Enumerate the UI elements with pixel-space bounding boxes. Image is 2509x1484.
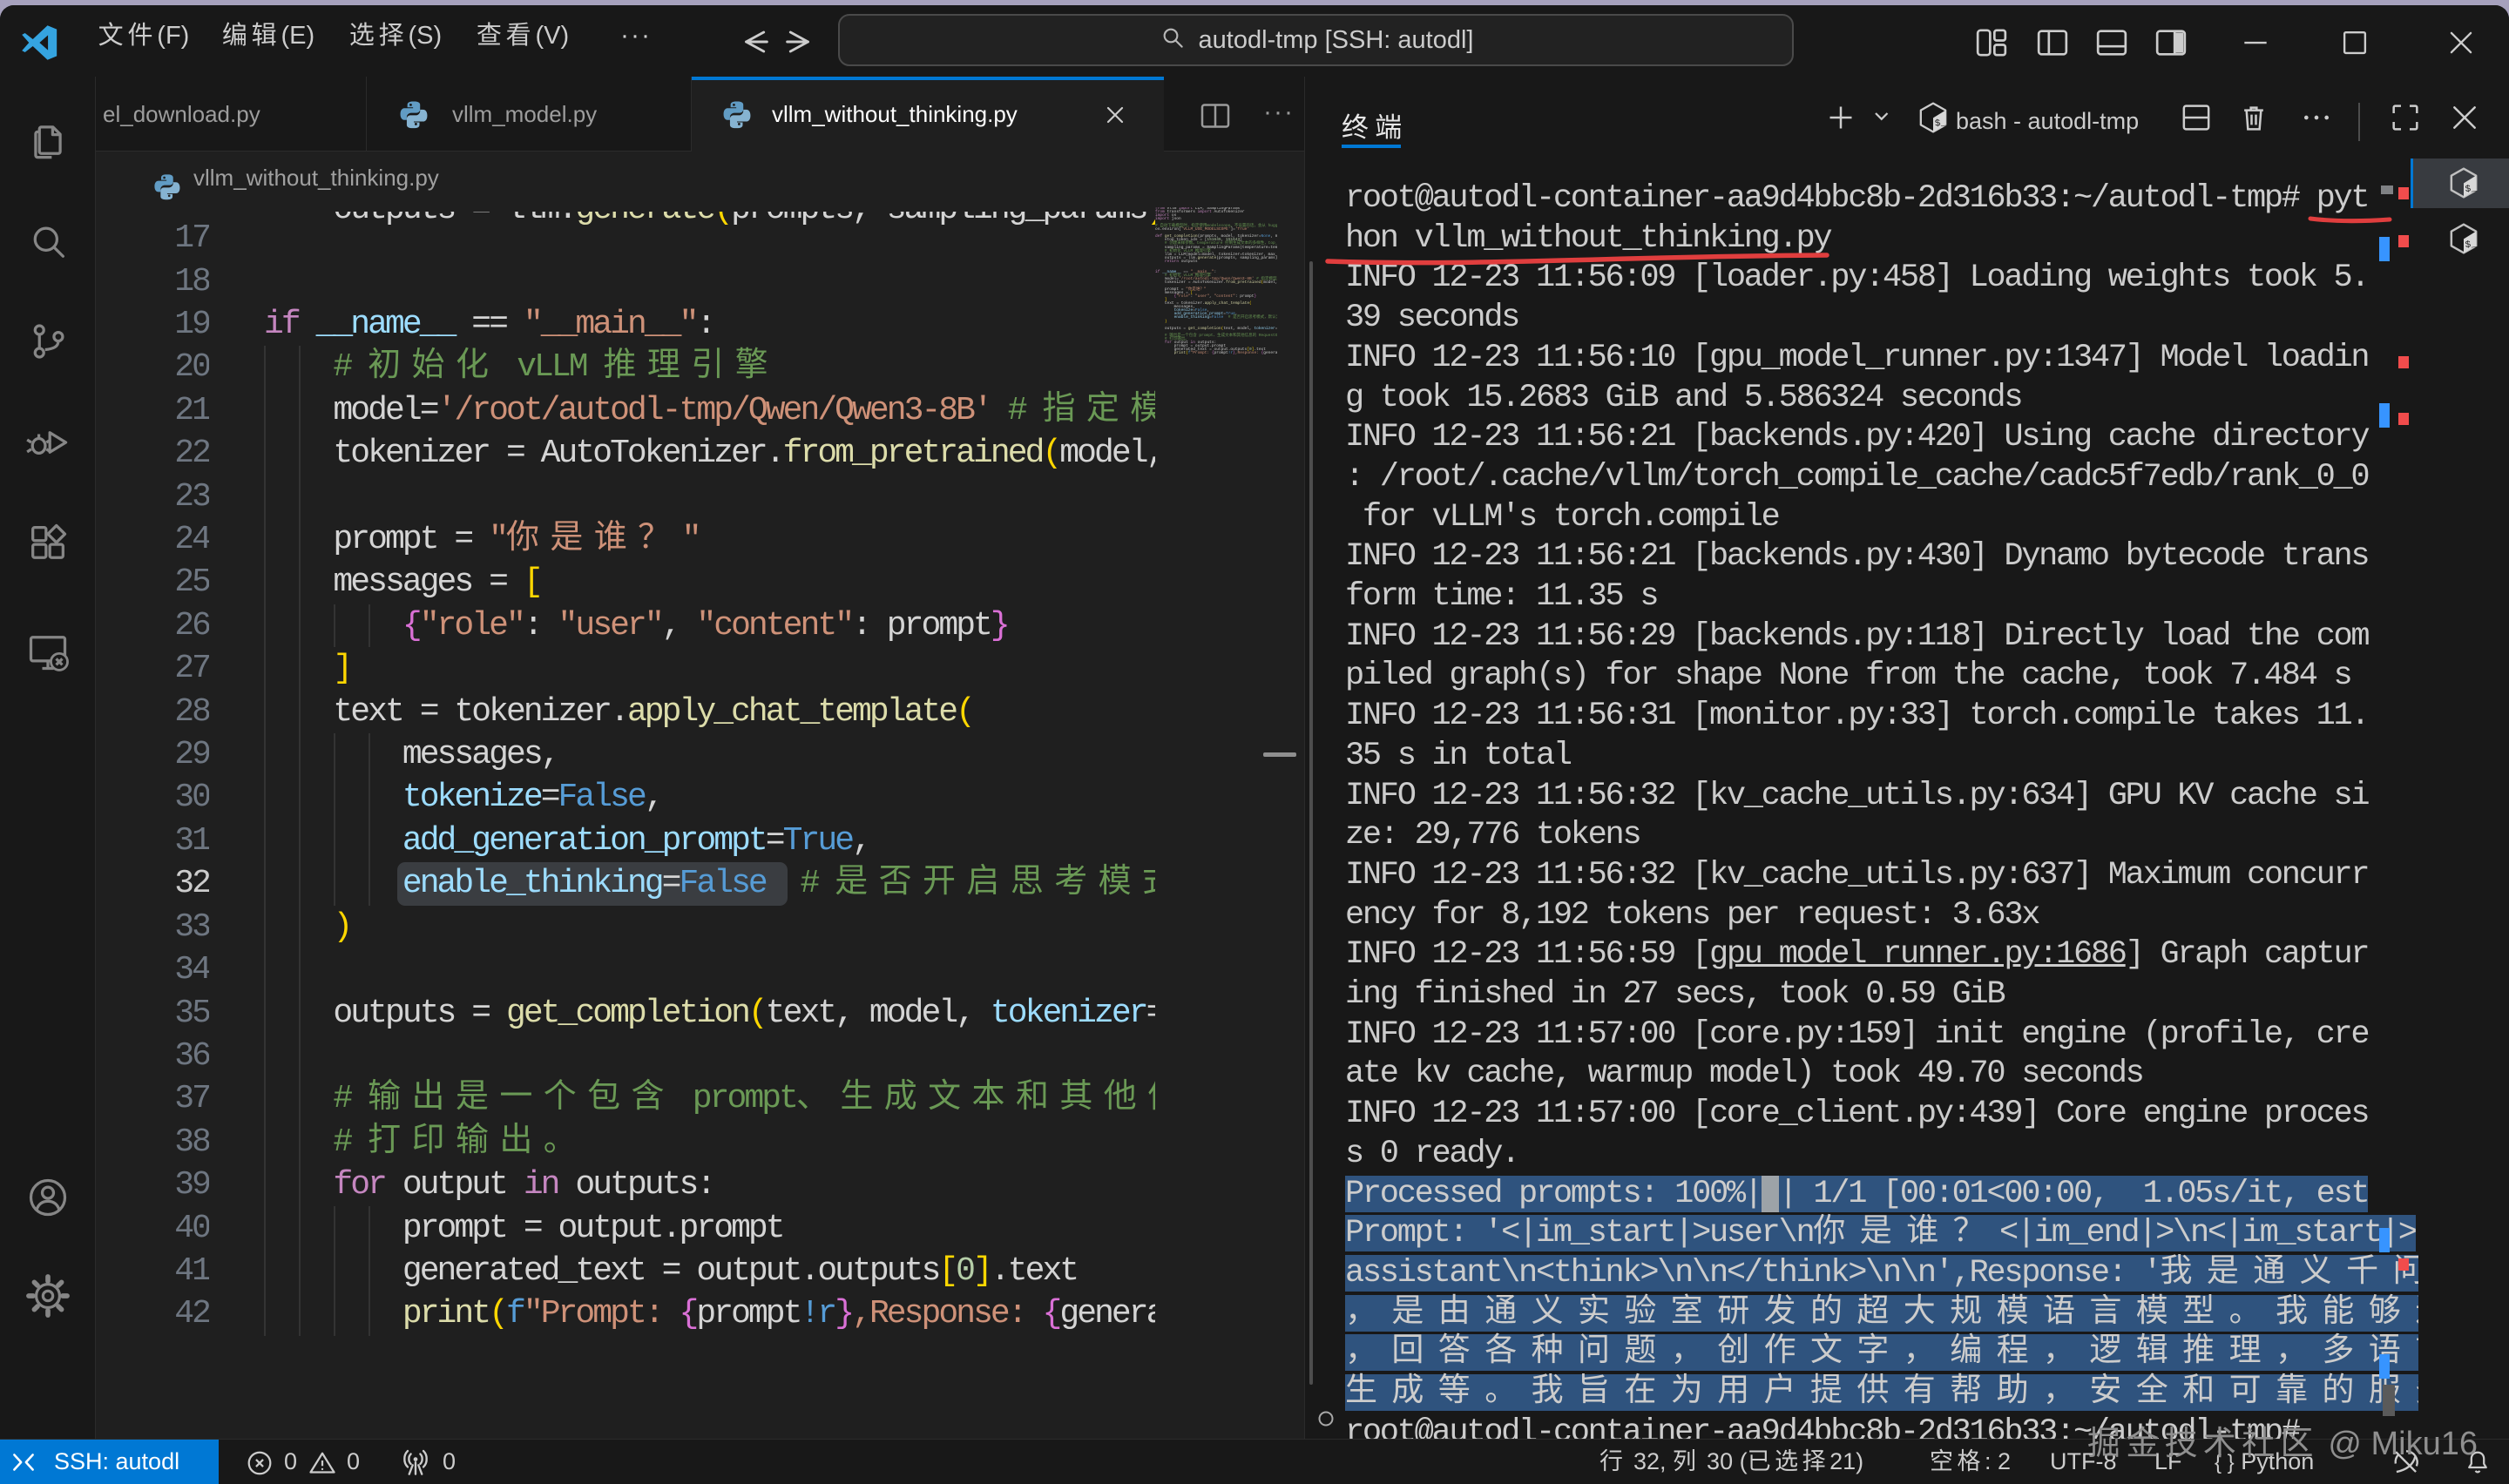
svg-text:$_: $_ — [1934, 118, 1947, 130]
